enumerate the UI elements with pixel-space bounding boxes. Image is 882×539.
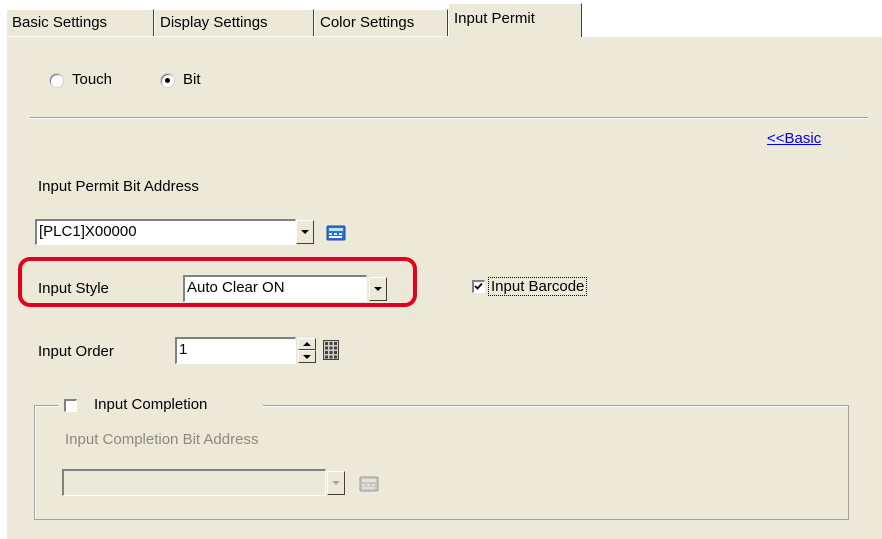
tab-basic-settings[interactable]: Basic Settings — [6, 9, 154, 37]
input-order-spinner[interactable] — [298, 338, 316, 363]
checkmark-icon — [474, 282, 483, 290]
numeric-keypad-icon[interactable] — [321, 340, 341, 360]
completion-bit-address-dropdown-button[interactable] — [327, 471, 345, 495]
tab-label: Display Settings — [160, 14, 268, 31]
tab-label: Input Permit — [454, 10, 535, 27]
input-completion-group — [34, 405, 849, 520]
separator-highlight — [30, 118, 868, 119]
input-barcode-label[interactable]: Input Barcode — [488, 277, 588, 296]
permit-bit-address-combo[interactable]: [PLC1]X00000 — [35, 219, 296, 245]
chevron-down-icon — [332, 481, 340, 485]
input-completion-title[interactable]: Input Completion — [94, 396, 207, 413]
address-input-keypad-icon-disabled[interactable] — [359, 474, 379, 494]
bit-radio-label[interactable]: Bit — [183, 71, 201, 88]
address-input-keypad-icon[interactable] — [326, 223, 346, 243]
bit-radio[interactable] — [161, 74, 174, 87]
input-order-label: Input Order — [38, 343, 114, 360]
chevron-up-icon — [303, 342, 311, 346]
input-completion-checkbox-box[interactable] — [64, 399, 77, 412]
input-barcode-checkbox[interactable] — [472, 280, 485, 293]
tab-label: Basic Settings — [12, 14, 108, 31]
input-style-value: Auto Clear ON — [187, 279, 285, 296]
tab-input-permit[interactable]: Input Permit — [448, 3, 582, 37]
basic-link[interactable]: <<Basic — [767, 130, 821, 147]
input-order-field[interactable]: 1 — [175, 337, 296, 364]
touch-radio-label[interactable]: Touch — [72, 71, 112, 88]
completion-bit-address-label: Input Completion Bit Address — [65, 431, 259, 448]
input-style-dropdown-button[interactable] — [369, 277, 387, 301]
input-style-combo[interactable]: Auto Clear ON — [183, 275, 367, 302]
chevron-down-icon — [374, 287, 382, 291]
tab-color-settings[interactable]: Color Settings — [314, 9, 448, 37]
tab-display-settings[interactable]: Display Settings — [154, 9, 314, 37]
chevron-down-icon — [303, 354, 311, 359]
permit-bit-address-dropdown-button[interactable] — [296, 220, 314, 244]
permit-bit-address-label: Input Permit Bit Address — [38, 178, 199, 195]
permit-bit-address-value: [PLC1]X00000 — [39, 223, 137, 240]
input-style-label: Input Style — [38, 280, 109, 297]
chevron-down-icon — [301, 230, 309, 234]
radio-selected-dot — [165, 78, 170, 83]
completion-bit-address-combo[interactable] — [62, 469, 326, 496]
input-order-value: 1 — [179, 341, 188, 358]
tab-label: Color Settings — [320, 14, 415, 31]
spin-down-button[interactable] — [298, 350, 316, 363]
spin-up-button[interactable] — [298, 338, 316, 350]
touch-radio[interactable] — [50, 74, 63, 87]
